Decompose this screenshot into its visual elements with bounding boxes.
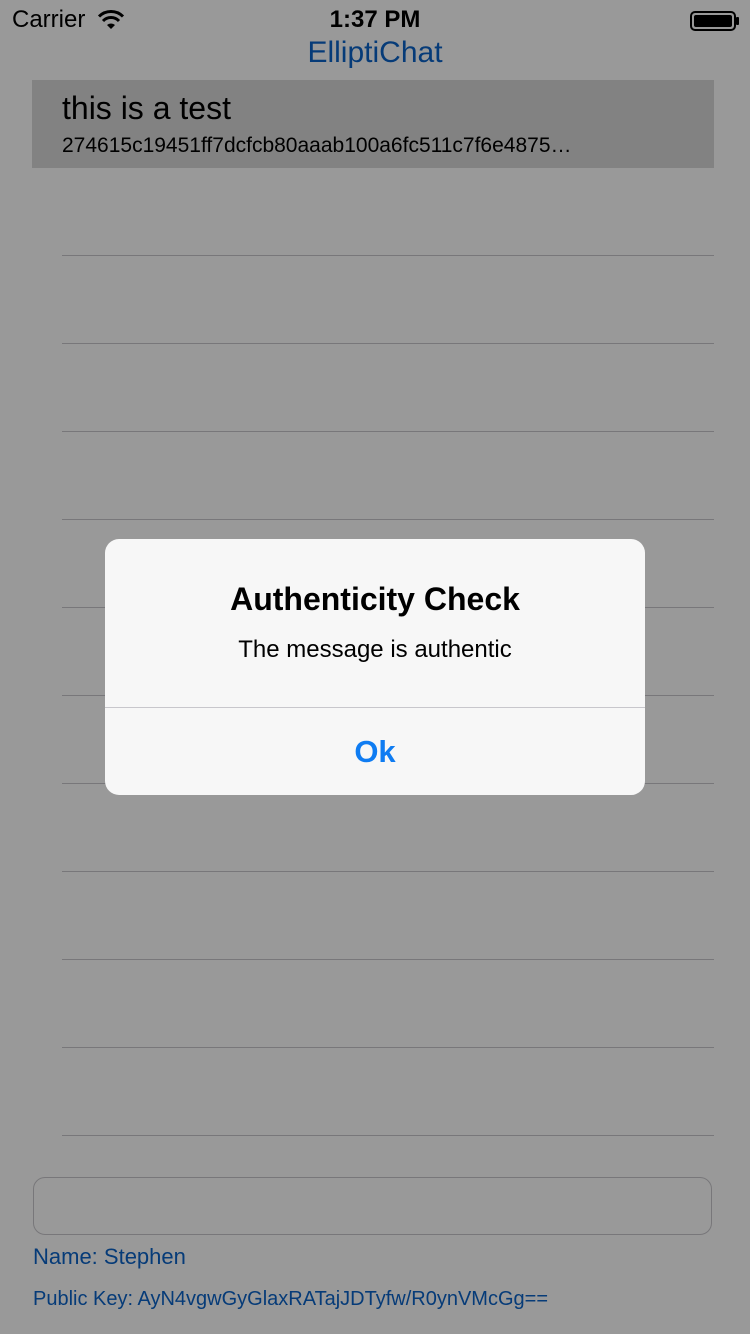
alert-title: Authenticity Check xyxy=(230,581,520,617)
ok-button[interactable]: Ok xyxy=(105,708,645,795)
authenticity-alert: Authenticity Check The message is authen… xyxy=(105,539,645,795)
alert-message: The message is authentic xyxy=(238,636,512,663)
